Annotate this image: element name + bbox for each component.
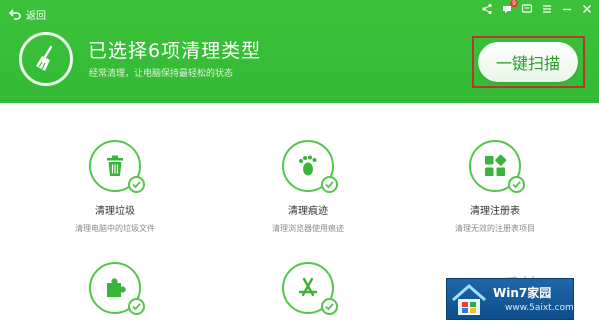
app-window: 返回 9 已选择6项清理类型 经常清理，让电脑保持最轻松的状态 一键扫描 清理垃…	[0, 0, 599, 321]
option-circle	[282, 262, 338, 315]
option-label: 清理垃圾	[95, 206, 135, 217]
clean-trash-option[interactable]: 清理垃圾 清理电脑中的垃圾文件	[40, 140, 190, 234]
window-controls: 9	[481, 0, 593, 15]
back-button[interactable]: 返回	[8, 5, 46, 23]
checkmark-icon[interactable]	[128, 176, 145, 193]
back-arrow-icon	[8, 9, 21, 20]
option-circle	[89, 262, 145, 315]
option-circle	[282, 140, 338, 193]
option-label: 清理痕迹	[288, 206, 328, 217]
header-banner: 返回 9 已选择6项清理类型 经常清理，让电脑保持最轻松的状态 一键扫描	[0, 0, 599, 103]
footprint-icon	[299, 155, 317, 176]
broom-icon	[19, 32, 73, 86]
option-description: 清理无效的注册表项目	[455, 224, 535, 233]
checkmark-icon[interactable]	[508, 176, 525, 193]
app-store-icon	[298, 277, 318, 297]
minimize-icon[interactable]	[561, 3, 573, 15]
notification-icon[interactable]: 9	[501, 0, 518, 15]
back-label: 返回	[26, 10, 46, 22]
menu-icon[interactable]	[541, 3, 553, 15]
plugin-option[interactable]	[40, 262, 190, 315]
page-title: 已选择6项清理类型	[88, 40, 262, 62]
one-click-scan-button[interactable]: 一键扫描	[478, 42, 578, 82]
checkmark-icon[interactable]	[321, 298, 338, 315]
puzzle-icon	[107, 278, 126, 297]
option-description: 清理电脑中的垃圾文件	[75, 224, 155, 233]
option-circle	[89, 140, 145, 193]
close-icon[interactable]	[581, 3, 593, 15]
trash-icon	[107, 155, 123, 176]
option-circle	[469, 140, 525, 193]
software-option[interactable]	[233, 262, 383, 315]
clean-traces-option[interactable]: 清理痕迹 清理浏览器使用痕迹	[233, 140, 383, 234]
checkmark-icon[interactable]	[321, 176, 338, 193]
option-label: 清理注册表	[470, 206, 520, 217]
logo-title: Win7家园	[493, 286, 552, 300]
page-subtitle: 经常清理，让电脑保持最轻松的状态	[89, 69, 234, 79]
option-description: 清理浏览器使用痕迹	[272, 224, 344, 233]
checkmark-icon[interactable]	[128, 298, 145, 315]
registry-blocks-icon	[485, 154, 507, 176]
house-logo-icon	[452, 284, 486, 315]
site-logo: Win7家园 www.5aixt.com	[446, 278, 574, 320]
clean-registry-option[interactable]: 清理注册表 清理无效的注册表项目	[420, 140, 570, 234]
share-icon[interactable]	[481, 3, 493, 15]
logo-url: www.5aixt.com	[505, 303, 574, 313]
message-icon[interactable]	[521, 3, 533, 15]
notification-badge: 9	[510, 0, 518, 7]
